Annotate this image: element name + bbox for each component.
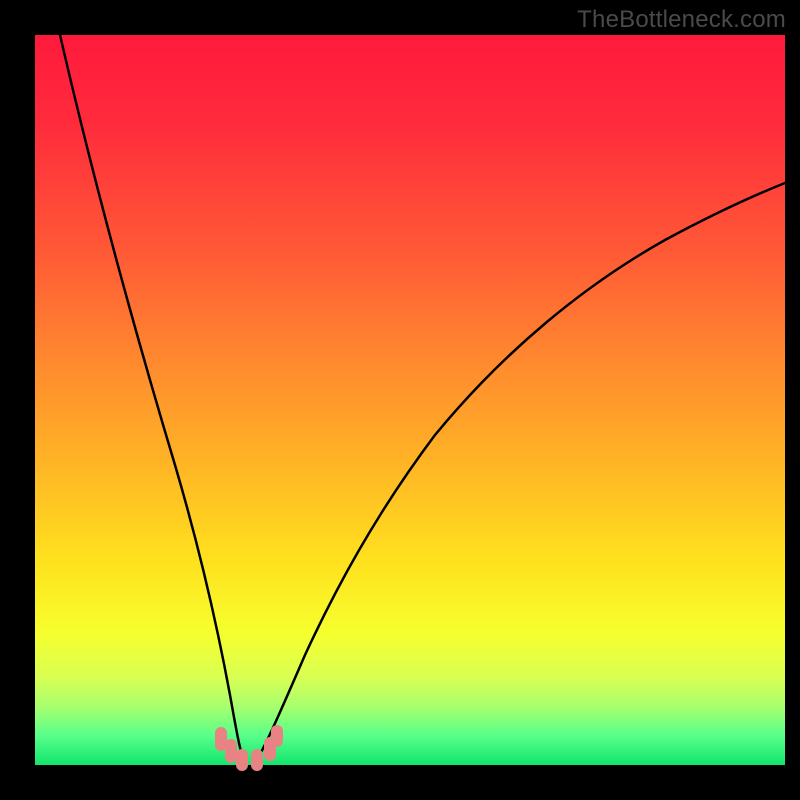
- marker-dot: [225, 739, 237, 763]
- plot-area: [35, 35, 785, 765]
- bottleneck-curve: [35, 35, 785, 765]
- watermark-text: TheBottleneck.com: [577, 6, 786, 34]
- marker-dot: [271, 725, 283, 747]
- marker-cluster: [215, 725, 283, 771]
- marker-dot: [236, 749, 248, 771]
- chart-frame: TheBottleneck.com: [0, 0, 800, 800]
- curve-left-branch: [60, 35, 245, 763]
- curve-right-branch: [255, 183, 785, 763]
- marker-dot: [251, 749, 263, 771]
